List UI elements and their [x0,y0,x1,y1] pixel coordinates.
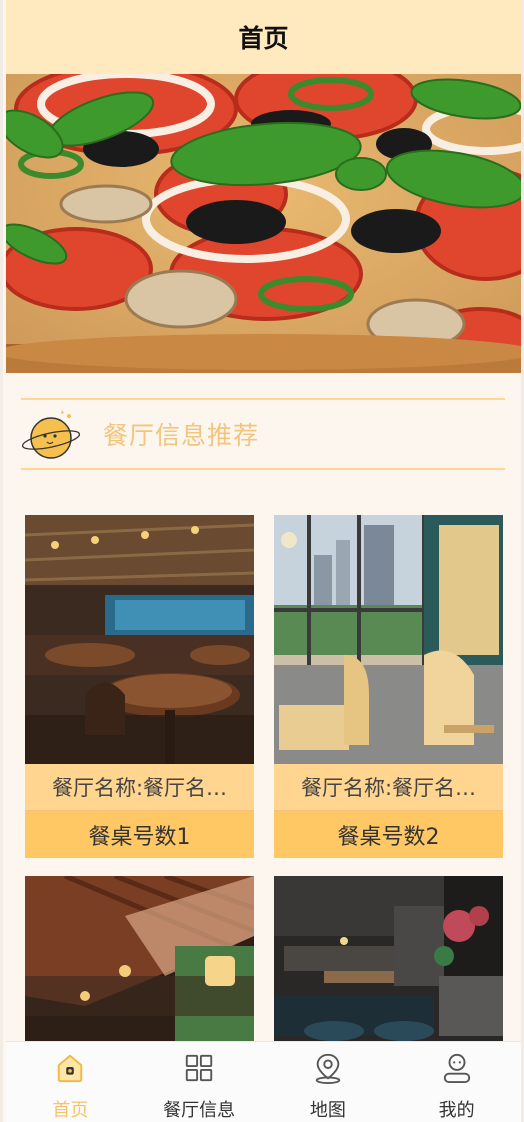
home-icon [58,1054,83,1083]
tab-label: 餐厅信息 [163,1100,236,1121]
page-title: 首页 [238,24,289,53]
restaurant-photo [274,515,503,764]
map-pin-icon [315,1053,341,1084]
restaurant-name: 餐厅名称:餐厅名… [25,764,254,811]
pizza-image [6,74,521,373]
restaurant-photo [25,515,254,764]
header-bar: 首页 [6,0,521,74]
restaurant-card[interactable]: 餐厅名称:餐厅名… 餐桌号数2 [274,515,503,858]
tab-mine[interactable]: 我的 [392,1042,521,1122]
planet-mascot-icon [21,410,81,459]
home-page: 首页 餐厅信息推荐 餐厅名称:餐厅名… 餐桌号数1 餐厅名称:餐厅名… 餐桌号数… [0,0,524,1122]
restaurant-card[interactable]: 餐厅名称:餐厅名… 餐桌号数1 [25,515,254,858]
tab-label: 我的 [438,1100,475,1121]
section-title: 餐厅信息推荐 [103,421,260,450]
tab-home[interactable]: 首页 [6,1042,135,1122]
restaurant-table-number: 餐桌号数1 [25,811,254,858]
restaurant-name: 餐厅名称:餐厅名… [274,764,503,811]
user-icon [443,1053,470,1084]
banner-image[interactable] [6,74,521,373]
tab-map[interactable]: 地图 [264,1042,393,1122]
bottom-tab-bar: 首页 餐厅信息 地图 我的 [6,1041,521,1122]
tab-label: 地图 [309,1100,346,1121]
tab-label: 首页 [52,1100,89,1121]
tab-restaurant-info[interactable]: 餐厅信息 [135,1042,264,1122]
grid-icon [185,1054,213,1082]
section-heading: 餐厅信息推荐 [21,398,505,470]
restaurant-table-number: 餐桌号数2 [274,811,503,858]
